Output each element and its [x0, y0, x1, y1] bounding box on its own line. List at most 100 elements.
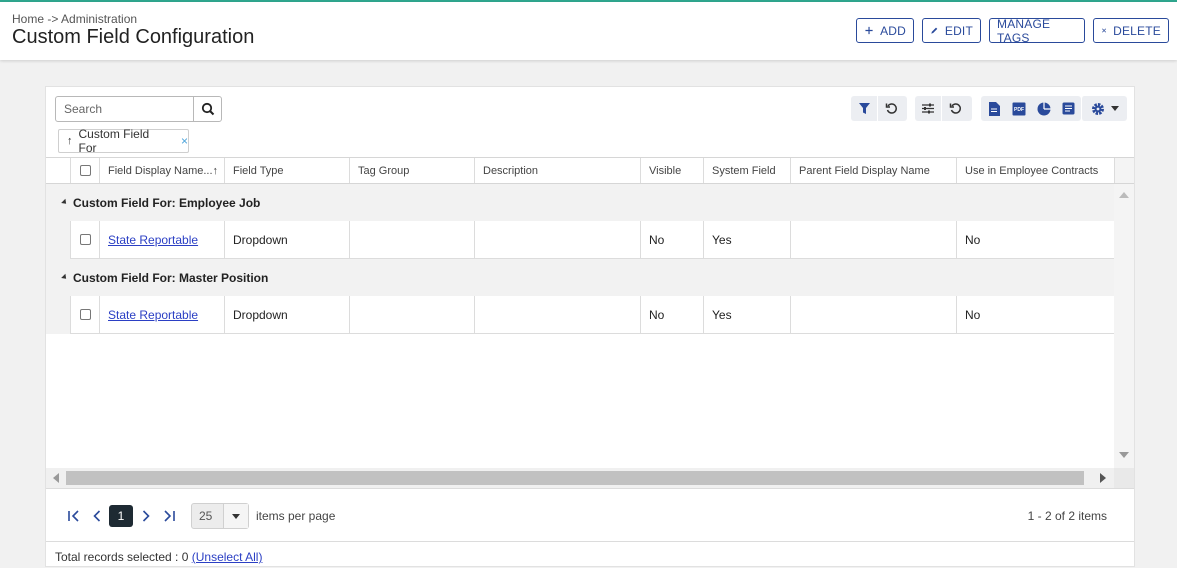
page-size-dropdown-button[interactable] [223, 504, 248, 528]
table-row[interactable]: State Reportable Dropdown No Yes No [46, 221, 1114, 259]
cell-field-type: Dropdown [224, 221, 349, 259]
search-input[interactable] [56, 97, 193, 121]
cell-description [474, 221, 640, 259]
edit-button[interactable]: EDIT [922, 18, 981, 43]
search-button[interactable] [193, 97, 221, 121]
cell-tag-group [349, 296, 474, 334]
svg-text:PDF: PDF [1014, 107, 1024, 113]
column-header-system-field[interactable]: System Field [703, 158, 790, 183]
column-header-visible[interactable]: Visible [640, 158, 703, 183]
cell-system-field: Yes [703, 221, 790, 259]
row-checkbox[interactable] [80, 234, 91, 245]
grid-header: Field Display Name...↑ Field Type Tag Gr… [46, 157, 1134, 184]
column-header-description[interactable]: Description [474, 158, 640, 183]
cell-parent-field-display-name [790, 296, 956, 334]
header-scroll-spacer [1114, 158, 1134, 183]
sort-asc-icon: ↑ [67, 135, 73, 147]
chart-button[interactable] [1031, 96, 1056, 121]
column-header-field-display-name[interactable]: Field Display Name...↑ [99, 158, 224, 183]
selected-count-text: Total records selected : 0 [55, 550, 189, 564]
scroll-up-icon[interactable] [1119, 192, 1129, 198]
gear-icon [1091, 102, 1104, 115]
cell-parent-field-display-name [790, 221, 956, 259]
unselect-all-link[interactable]: (Unselect All) [192, 550, 263, 564]
cell-visible: No [640, 296, 703, 334]
pager-info: 1 - 2 of 2 items [1027, 509, 1107, 523]
column-header-use-in-employee-contracts[interactable]: Use in Employee Contracts [956, 158, 1114, 183]
group-by-chip-label: Custom Field For [78, 127, 150, 155]
pager: 1 25 items per page 1 - 2 of 2 items [46, 488, 1134, 541]
cell-visible: No [640, 221, 703, 259]
report-button[interactable] [1056, 96, 1081, 121]
first-page-icon [68, 510, 79, 522]
settings-toolbar-group [1081, 96, 1127, 121]
document-icon [988, 101, 1000, 116]
search-icon [201, 102, 214, 116]
chevron-down-icon [1110, 106, 1119, 111]
row-checkbox[interactable] [80, 309, 91, 320]
group-header-row[interactable]: Custom Field For: Employee Job [46, 184, 1114, 221]
export-excel-button[interactable] [981, 96, 1006, 121]
collapse-icon[interactable] [61, 273, 69, 281]
plus-icon [865, 26, 873, 35]
field-name-link[interactable]: State Reportable [108, 308, 198, 322]
row-select-cell [70, 296, 99, 334]
scroll-down-icon[interactable] [1119, 452, 1129, 458]
cell-field-display-name: State Reportable [99, 296, 224, 334]
export-pdf-button[interactable]: PDF [1006, 96, 1031, 121]
next-page-button[interactable] [137, 506, 155, 526]
row-indent [46, 221, 70, 259]
group-by-chip[interactable]: ↑ Custom Field For × [58, 127, 189, 155]
chevron-right-icon [142, 510, 150, 522]
group-header-label: Custom Field For: Employee Job [73, 195, 261, 210]
manage-tags-button-label: MANAGE TAGS [997, 16, 1051, 45]
scrollbar-corner [1114, 468, 1134, 488]
sliders-icon [922, 103, 934, 114]
previous-page-button[interactable] [88, 506, 106, 526]
reset-columns-button[interactable] [942, 96, 968, 121]
grid-body: Custom Field For: Employee Job State Rep… [46, 184, 1114, 468]
select-all-cell [70, 158, 99, 183]
breadcrumb[interactable]: Home -> Administration [12, 12, 137, 26]
manage-tags-button[interactable]: MANAGE TAGS [989, 16, 1085, 45]
page-size-select[interactable]: 25 [191, 503, 249, 529]
chevron-left-icon [93, 510, 101, 522]
filter-button[interactable] [851, 96, 877, 121]
columns-toolbar-group [915, 96, 972, 121]
export-toolbar-group: PDF [981, 96, 1081, 121]
items-per-page-label: items per page [256, 509, 336, 523]
table-row[interactable]: State Reportable Dropdown No Yes No [46, 296, 1114, 334]
add-button[interactable]: ADD [856, 18, 914, 43]
cell-system-field: Yes [703, 296, 790, 334]
scroll-left-icon[interactable] [53, 473, 59, 483]
filter-icon [858, 103, 870, 114]
grid-panel: PDF ↑ Custom Field For × Field Display N… [45, 86, 1135, 567]
delete-button[interactable]: DELETE [1093, 18, 1169, 43]
group-header-row[interactable]: Custom Field For: Master Position [46, 259, 1114, 296]
scroll-right-icon[interactable] [1100, 473, 1106, 483]
chevron-down-icon [232, 513, 241, 519]
reset-icon [949, 103, 961, 114]
group-header-label: Custom Field For: Master Position [73, 270, 269, 285]
last-page-button[interactable] [159, 506, 179, 526]
list-document-icon [1062, 102, 1075, 115]
column-header-field-type[interactable]: Field Type [224, 158, 349, 183]
column-header-parent-field-display-name[interactable]: Parent Field Display Name [790, 158, 956, 183]
horizontal-scroll-thumb[interactable] [66, 471, 1084, 485]
close-icon [1102, 28, 1107, 33]
header-spacer [46, 158, 70, 183]
page-header: Home -> Administration Custom Field Conf… [0, 2, 1177, 60]
reset-filter-button[interactable] [878, 96, 904, 121]
column-settings-button[interactable] [915, 96, 941, 121]
vertical-scrollbar[interactable] [1114, 184, 1134, 468]
field-name-link[interactable]: State Reportable [108, 233, 198, 247]
select-all-checkbox[interactable] [80, 165, 91, 176]
horizontal-scrollbar[interactable] [46, 468, 1114, 488]
remove-group-icon[interactable]: × [181, 134, 188, 148]
column-header-tag-group[interactable]: Tag Group [349, 158, 474, 183]
first-page-button[interactable] [64, 506, 84, 526]
collapse-icon[interactable] [61, 198, 69, 206]
settings-button[interactable] [1082, 96, 1127, 121]
current-page-button[interactable]: 1 [109, 505, 133, 527]
selection-footer: Total records selected : 0 (Unselect All… [46, 541, 1134, 567]
